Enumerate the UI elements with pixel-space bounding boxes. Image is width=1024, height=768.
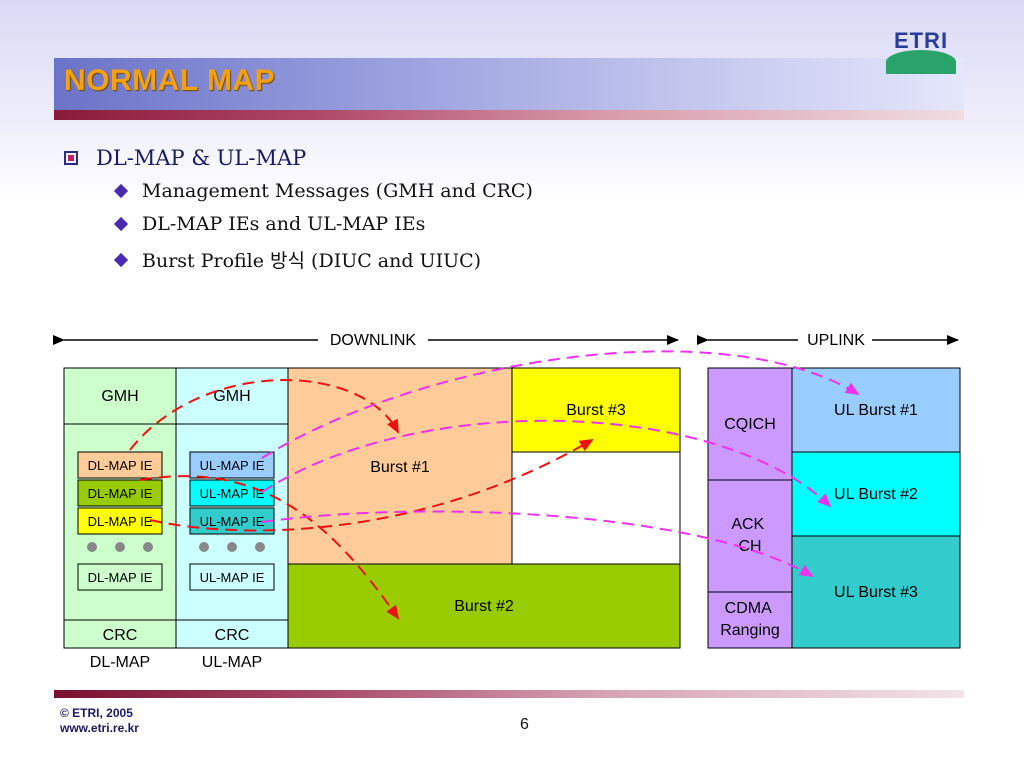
ack-ch-box <box>707 479 793 593</box>
ul-map-gmh: GMH <box>213 388 250 405</box>
ul-map-ie-3: UL-MAP IE <box>200 514 265 529</box>
footer-rule <box>54 690 964 698</box>
footer-url[interactable]: www.etri.re.kr <box>60 721 139 736</box>
dl-map-gmh: GMH <box>101 388 138 405</box>
dl-map-column: GMH DL-MAP IE DL-MAP IE DL-MAP IE DL-MAP… <box>63 367 177 671</box>
ack-line: ACK <box>731 516 764 533</box>
dl-map-ie-1: DL-MAP IE <box>88 458 153 473</box>
ul-bursts: UL Burst #1 UL Burst #2 UL Burst #3 <box>791 367 961 649</box>
ul-map-caption: UL-MAP <box>202 654 262 671</box>
ellipsis-dot <box>87 542 97 552</box>
ul-burst-3-label: UL Burst #3 <box>834 584 918 601</box>
burst-2-label: Burst #2 <box>454 598 514 615</box>
footer-credits: © ETRI, 2005 www.etri.re.kr <box>60 706 139 736</box>
ranging-line: Ranging <box>720 622 780 639</box>
dl-map-caption: DL-MAP <box>90 654 150 671</box>
burst-1-label: Burst #1 <box>370 459 430 476</box>
ellipsis-dot <box>199 542 209 552</box>
ellipsis-dot <box>143 542 153 552</box>
ellipsis-dot <box>255 542 265 552</box>
ellipsis-dot <box>115 542 125 552</box>
dl-map-ie-2: DL-MAP IE <box>88 486 153 501</box>
ellipsis-dot <box>227 542 237 552</box>
dl-map-ie-3: DL-MAP IE <box>88 514 153 529</box>
dl-bursts: Burst #1 Burst #3 Burst #2 <box>287 367 681 649</box>
ul-burst-1-label: UL Burst #1 <box>834 402 918 419</box>
frame-diagram: DOWNLINK UPLINK GMH DL-MAP IE DL-MAP IE … <box>53 332 961 671</box>
ul-burst-2-label: UL Burst #2 <box>834 486 918 503</box>
ul-map-ie-4: UL-MAP IE <box>200 570 265 585</box>
footer-copyright: © ETRI, 2005 <box>60 706 133 720</box>
cdma-line: CDMA <box>725 600 772 617</box>
uplink-label: UPLINK <box>807 332 865 349</box>
cqich-label: CQICH <box>724 416 776 433</box>
uplink-arrow: UPLINK <box>697 332 959 349</box>
downlink-label: DOWNLINK <box>330 332 417 349</box>
ul-map-ie-1: UL-MAP IE <box>200 458 265 473</box>
ul-control-column: CQICH ACK CH CDMA Ranging <box>707 367 793 649</box>
dl-map-crc: CRC <box>103 627 138 644</box>
burst-3-label: Burst #3 <box>566 402 626 419</box>
unused-region <box>511 451 681 565</box>
dl-map-ie-4: DL-MAP IE <box>88 570 153 585</box>
page-number: 6 <box>520 716 529 733</box>
ul-map-crc: CRC <box>215 627 250 644</box>
ul-map-column: GMH UL-MAP IE UL-MAP IE UL-MAP IE UL-MAP… <box>175 367 289 671</box>
downlink-arrow: DOWNLINK <box>53 332 679 349</box>
